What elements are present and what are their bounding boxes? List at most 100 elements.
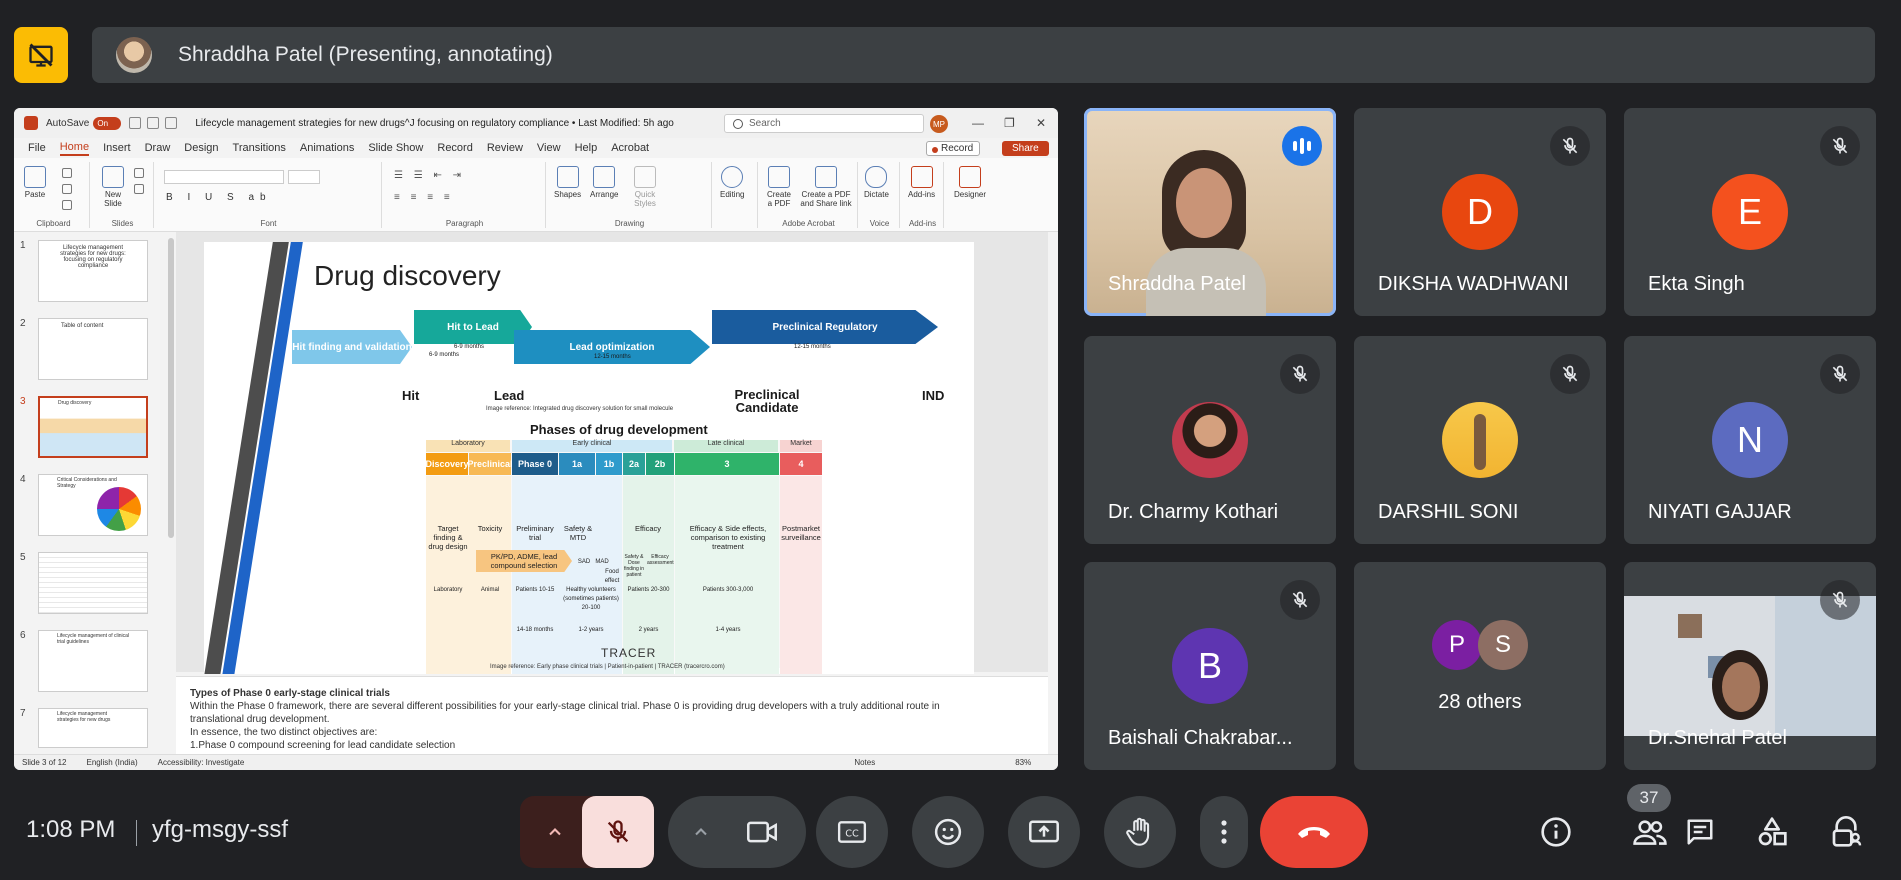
menu-record[interactable]: Record (437, 142, 472, 154)
copy-icon[interactable] (62, 184, 72, 194)
participant-tile-others[interactable]: P S 28 others (1354, 562, 1606, 770)
avatar (1172, 402, 1248, 478)
slide-thumbnail-2[interactable]: Table of content (38, 318, 148, 380)
activities-button[interactable] (1752, 812, 1792, 852)
camera-toggle-button[interactable] (726, 796, 798, 868)
ppt-search-box[interactable]: Search (724, 114, 924, 133)
create-pdf-share-button[interactable]: Create a PDF and Share link (798, 166, 854, 208)
menu-design[interactable]: Design (184, 142, 218, 154)
group-designer: Designer (946, 162, 998, 228)
more-options-button[interactable] (1200, 796, 1248, 868)
powerpoint-icon (24, 116, 38, 130)
captions-button[interactable]: CC (816, 796, 888, 868)
save-icon[interactable] (129, 117, 142, 129)
slide-thumbnail-7[interactable]: Lifecycle management strategies for new … (38, 708, 148, 748)
menu-file[interactable]: File (28, 142, 46, 154)
quick-styles-icon (634, 166, 656, 188)
zoom-level[interactable]: 83% (1015, 758, 1031, 767)
menu-home[interactable]: Home (59, 141, 90, 156)
editing-button[interactable]: Editing (720, 166, 744, 199)
share-button[interactable]: Share (1002, 141, 1049, 156)
quick-styles-button[interactable]: Quick Styles (628, 166, 662, 208)
addins-button[interactable]: Add-ins (908, 166, 935, 199)
participant-tile-snehal[interactable]: Dr.Snehal Patel (1624, 562, 1876, 770)
phases-title: Phases of drug development (530, 422, 708, 437)
menu-view[interactable]: View (537, 142, 561, 154)
notes-toggle[interactable]: Notes (854, 758, 875, 767)
speaker-notes[interactable]: Types of Phase 0 early-stage clinical tr… (176, 676, 1048, 754)
present-screen-button[interactable] (1008, 796, 1080, 868)
autosave-label: AutoSave (46, 117, 90, 129)
presenting-indicator[interactable] (14, 27, 68, 83)
people-button[interactable] (1630, 812, 1670, 852)
participant-tile-diksha[interactable]: D DIKSHA WADHWANI (1354, 108, 1606, 316)
accessibility-indicator[interactable]: Accessibility: Investigate (158, 758, 245, 767)
chat-button[interactable] (1680, 812, 1720, 852)
menu-slideshow[interactable]: Slide Show (368, 142, 423, 154)
close-icon[interactable]: ✕ (1036, 116, 1046, 130)
menu-insert[interactable]: Insert (103, 142, 131, 154)
reactions-button[interactable] (912, 796, 984, 868)
reset-icon[interactable] (134, 184, 144, 194)
participant-tile-niyati[interactable]: N NIYATI GAJJAR (1624, 336, 1876, 544)
menu-transitions[interactable]: Transitions (233, 142, 286, 154)
slide-thumbnail-3[interactable]: Drug discovery (38, 396, 148, 458)
record-button[interactable]: Record (926, 141, 981, 156)
participant-count-badge: 37 (1627, 784, 1671, 812)
align-icons[interactable]: ≡ ≡ ≡ ≡ (394, 192, 454, 203)
arrange-button[interactable]: Arrange (590, 166, 618, 199)
participant-tile-shraddha[interactable]: Shraddha Patel (1084, 108, 1336, 316)
designer-button[interactable]: Designer (954, 166, 986, 199)
font-size-select[interactable] (288, 170, 320, 184)
slide-thumbnail-4[interactable]: Critical Considerations and Strategy (38, 474, 148, 536)
minimize-icon[interactable]: — (972, 116, 984, 130)
video-options-button[interactable] (676, 796, 726, 868)
autosave-toggle[interactable]: On (93, 116, 122, 130)
participant-tile-charmy[interactable]: Dr. Charmy Kothari (1084, 336, 1336, 544)
shapes-button[interactable]: Shapes (554, 166, 581, 199)
layout-icon[interactable] (134, 168, 144, 178)
pkpd-arrow: PK/PD, ADME, lead compound selection (476, 550, 572, 572)
raise-hand-button[interactable] (1104, 796, 1176, 868)
meeting-info-button[interactable] (1536, 812, 1576, 852)
font-family-select[interactable] (164, 170, 284, 184)
participant-tile-baishali[interactable]: B Baishali Chakrabar... (1084, 562, 1336, 770)
redo-icon[interactable] (165, 117, 178, 129)
group-addins: Add-ins Add-ins (902, 162, 944, 228)
audio-options-button[interactable] (528, 796, 582, 868)
microphone-toggle-button[interactable] (582, 796, 654, 868)
slide-thumbnails[interactable]: 1 Lifecycle management strategies for ne… (14, 232, 166, 754)
participant-tile-darshil[interactable]: DARSHIL SONI (1354, 336, 1606, 544)
menu-review[interactable]: Review (487, 142, 523, 154)
document-title[interactable]: Lifecycle management strategies for new … (195, 118, 673, 129)
create-pdf-button[interactable]: Create a PDF (764, 166, 794, 208)
menu-help[interactable]: Help (575, 142, 598, 154)
thumbnail-scrollbar[interactable] (168, 238, 174, 538)
format-painter-icon[interactable] (62, 200, 72, 210)
user-avatar[interactable]: MP (930, 115, 948, 133)
new-slide-button[interactable]: New Slide (98, 166, 128, 208)
list-icons[interactable]: ☰ ☰ ⇤ ⇥ (394, 170, 465, 181)
participant-tile-ekta[interactable]: E Ekta Singh (1624, 108, 1876, 316)
menu-draw[interactable]: Draw (145, 142, 171, 154)
font-format-icons[interactable]: B I U S ab (166, 192, 272, 203)
paste-button[interactable]: Paste (24, 166, 46, 199)
dictate-button[interactable]: Dictate (864, 166, 889, 199)
restore-icon[interactable]: ❐ (1004, 116, 1015, 130)
cut-icon[interactable] (62, 168, 72, 178)
stage-hit-finding: Hit finding and validation (292, 330, 412, 364)
menu-animations[interactable]: Animations (300, 142, 354, 154)
menu-acrobat[interactable]: Acrobat (611, 142, 649, 154)
slide-thumbnail-1[interactable]: Lifecycle management strategies for new … (38, 240, 148, 302)
group-clipboard: Paste Clipboard (18, 162, 90, 228)
slide-thumbnail-6[interactable]: Lifecycle management of clinical trial g… (38, 630, 148, 692)
current-slide[interactable]: Drug discovery Hit finding and validatio… (204, 242, 974, 674)
language-indicator[interactable]: English (India) (86, 758, 137, 767)
host-controls-button[interactable] (1826, 812, 1866, 852)
undo-icon[interactable] (147, 117, 160, 129)
presenter-bar[interactable]: Shraddha Patel (Presenting, annotating) (92, 27, 1875, 83)
leave-call-button[interactable] (1260, 796, 1368, 868)
slide-thumbnail-5[interactable] (38, 552, 148, 614)
shared-screen[interactable]: AutoSave On Lifecycle management strateg… (14, 108, 1058, 770)
slide-canvas[interactable]: Drug discovery Hit finding and validatio… (176, 232, 1048, 674)
